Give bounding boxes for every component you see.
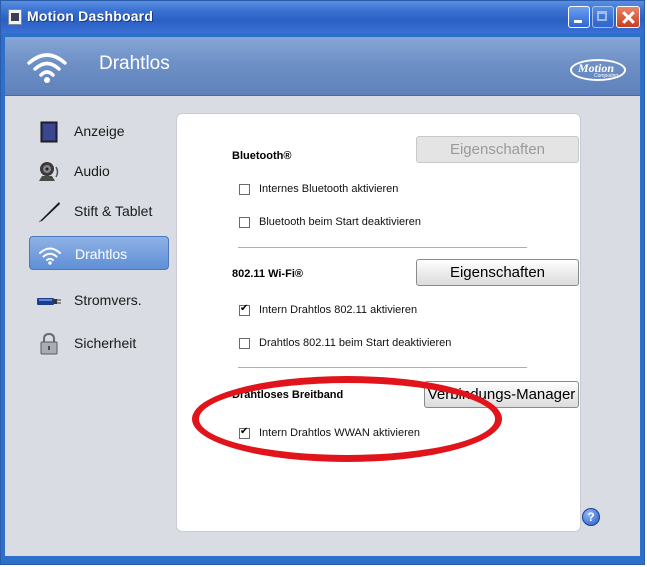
bluetooth-enable-checkbox[interactable] (239, 184, 250, 195)
wifi-icon (27, 53, 67, 83)
sidebar-item-label: Stift & Tablet (74, 203, 153, 219)
maximize-button[interactable] (592, 6, 614, 28)
wifi-icon (39, 247, 61, 265)
wwan-enable-checkbox[interactable] (239, 426, 250, 439)
sidebar-item-label: Sicherheit (74, 335, 137, 351)
bluetooth-properties-button[interactable]: Eigenschaften (416, 136, 579, 163)
close-button[interactable] (616, 6, 640, 28)
wifi-enable-checkbox[interactable] (239, 303, 250, 316)
wifi-start-disable-checkbox[interactable] (239, 338, 250, 349)
wifi-section-title: 802.11 Wi-Fi® (232, 268, 303, 280)
separator (238, 367, 527, 368)
sidebar-item-anzeige[interactable]: Anzeige (29, 114, 169, 148)
section-header: Drahtlos Motion Computing (5, 37, 640, 96)
title-bar[interactable]: Motion Dashboard (1, 1, 644, 33)
broadband-section-title: Drahtloses Breitband (232, 389, 344, 401)
main-content: Anzeige Audio Stift & Tablet Drahtlos St… (5, 96, 640, 556)
sidebar: Anzeige Audio Stift & Tablet Drahtlos St… (5, 96, 175, 556)
settings-panel: Bluetooth® Eigenschaften Internes Blueto… (176, 113, 600, 532)
sidebar-item-sicherheit[interactable]: Sicherheit (29, 326, 169, 360)
sidebar-item-label: Stromvers. (74, 292, 142, 308)
sidebar-item-drahtlos[interactable]: Drahtlos (29, 236, 169, 270)
wifi-properties-button[interactable]: Eigenschaften (416, 259, 579, 286)
separator (238, 247, 527, 248)
sidebar-item-label: Anzeige (74, 123, 125, 139)
lock-icon (40, 333, 58, 355)
page-title: Drahtlos (99, 53, 170, 74)
sidebar-item-stift-tablet[interactable]: Stift & Tablet (29, 194, 169, 228)
sidebar-item-label: Drahtlos (75, 246, 128, 262)
help-icon[interactable]: ? (582, 508, 600, 526)
sidebar-item-label: Audio (74, 163, 110, 179)
minimize-button[interactable] (568, 6, 590, 28)
app-window-icon (8, 9, 22, 25)
sidebar-item-audio[interactable]: Audio (29, 154, 169, 188)
battery-icon (37, 298, 61, 305)
connection-manager-button[interactable]: Verbindungs-Manager (424, 381, 579, 408)
pen-icon (38, 202, 60, 223)
motion-logo: Motion Computing (570, 59, 626, 81)
bluetooth-section-title: Bluetooth® (232, 150, 292, 162)
app-window: Motion Dashboard Drahtlos Motion Computi… (0, 0, 645, 565)
sidebar-item-stromvers[interactable]: Stromvers. (29, 283, 169, 317)
display-icon (40, 121, 58, 143)
speaker-icon (39, 162, 59, 181)
window-title: Motion Dashboard (27, 8, 154, 24)
bluetooth-start-disable-checkbox[interactable] (239, 217, 250, 228)
